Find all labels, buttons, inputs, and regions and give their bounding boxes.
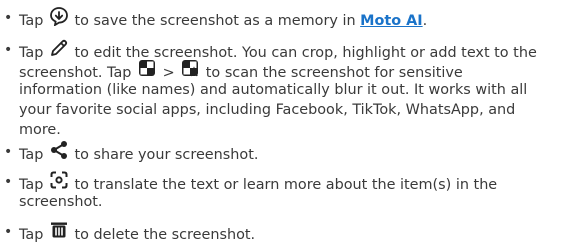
line-text: .	[422, 13, 428, 29]
lens-scan-icon	[49, 170, 69, 196]
line-text: to translate the text or learn more abou…	[69, 177, 498, 193]
bullet: •	[4, 224, 13, 240]
line-text: screenshot. Tap	[19, 65, 136, 81]
line-text: more.	[19, 122, 61, 138]
line-text: Tap	[19, 227, 48, 243]
auto-blur-icon	[180, 58, 200, 84]
line-text: information (like names) and automatical…	[19, 82, 528, 98]
share-icon	[49, 140, 69, 166]
line-text: to scan the screenshot for sensitive	[201, 65, 463, 81]
bullet: •	[4, 174, 13, 190]
delete-trash-icon	[49, 220, 69, 246]
line-text: screenshot.	[19, 194, 103, 210]
line-text: >	[158, 65, 180, 81]
bullet: •	[4, 144, 13, 160]
line-text: Tap	[19, 147, 48, 163]
line-text: Tap	[19, 177, 48, 193]
bullet: •	[4, 10, 13, 26]
save-to-memory-icon	[49, 6, 69, 32]
line-text: to share your screenshot.	[69, 147, 259, 163]
bullet: •	[4, 42, 13, 58]
line-text: Tap	[19, 45, 48, 61]
line-text: to delete the screenshot.	[69, 227, 256, 243]
line-text: your favorite social apps, including Fac…	[19, 102, 516, 118]
blur-icon	[137, 58, 157, 84]
line-text: Tap	[19, 13, 48, 29]
moto-ai-link[interactable]: Moto AI	[360, 13, 422, 29]
edit-pencil-icon	[49, 38, 69, 64]
line-text: to save the screenshot as a memory in	[69, 13, 361, 29]
